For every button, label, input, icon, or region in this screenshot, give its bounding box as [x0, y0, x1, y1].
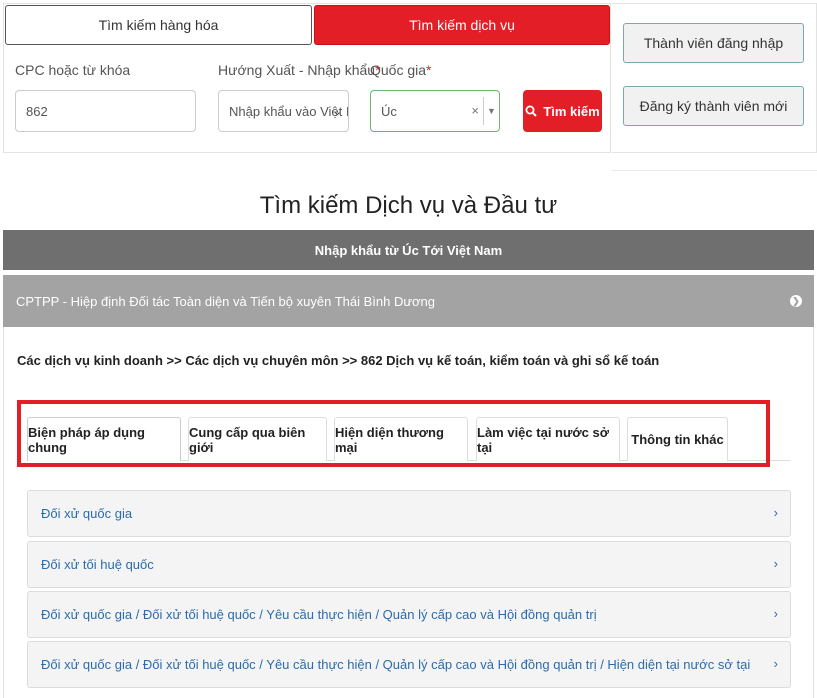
- register-button[interactable]: Đăng ký thành viên mới: [623, 86, 804, 126]
- divider: [612, 170, 817, 171]
- tab-commercial-presence[interactable]: Hiện diện thương mại: [334, 417, 468, 461]
- direction-label: Hướng Xuất - Nhập khẩu*: [218, 62, 381, 78]
- tab-other-info[interactable]: Thông tin khác: [627, 417, 728, 461]
- cpc-label: CPC hoặc từ khóa: [15, 62, 131, 78]
- breadcrumb: Các dịch vụ kinh doanh >> Các dịch vụ ch…: [17, 353, 660, 368]
- cpc-input-value: 862: [26, 103, 48, 119]
- direction-select[interactable]: Nhập khẩu vào Việt I ⌄: [218, 90, 349, 132]
- accordion-item-label: Đối xử tối huệ quốc: [41, 557, 154, 572]
- chevron-right-icon: ›: [773, 606, 778, 621]
- login-button[interactable]: Thành viên đăng nhập: [623, 23, 804, 63]
- chevron-down-icon: ⌄: [332, 106, 342, 118]
- route-bar: Nhập khẩu từ Úc Tới Việt Nam: [3, 230, 814, 270]
- tab-search-goods[interactable]: Tìm kiếm hàng hóa: [5, 5, 312, 45]
- member-panel: Thành viên đăng nhập Đăng ký thành viên …: [612, 3, 817, 153]
- agreement-header[interactable]: CPTPP - Hiệp định Đối tác Toàn diện và T…: [3, 275, 814, 327]
- tab-cross-border-supply[interactable]: Cung cấp qua biên giới: [188, 417, 327, 461]
- direction-select-value: Nhập khẩu vào Việt I: [229, 103, 349, 119]
- page-title: Tìm kiếm Dịch vụ và Đầu tư: [259, 192, 558, 219]
- chevron-right-icon: ›: [773, 505, 778, 520]
- accordion-item-label: Đối xử quốc gia: [41, 506, 133, 521]
- search-panel: Tìm kiếm hàng hóa Tìm kiếm dịch vụ CPC h…: [3, 3, 611, 153]
- chevron-right-icon: ›: [773, 656, 778, 671]
- tab-general-measures[interactable]: Biện pháp áp dụng chung: [27, 417, 181, 461]
- cpc-input[interactable]: 862: [15, 90, 196, 132]
- accordion-item[interactable]: Đối xử quốc gia / Đối xử tối huệ quốc / …: [27, 641, 791, 688]
- country-select[interactable]: Úc × ▼: [370, 90, 500, 132]
- tab-search-services[interactable]: Tìm kiếm dịch vụ: [314, 5, 610, 45]
- chevron-right-icon: ›: [773, 556, 778, 571]
- arrow-circle-right-icon[interactable]: ❯: [790, 295, 802, 307]
- accordion-item[interactable]: Đối xử tối huệ quốc ›: [27, 541, 791, 588]
- clear-icon[interactable]: ×: [471, 103, 479, 118]
- accordion-item[interactable]: Đối xử quốc gia / Đối xử tối huệ quốc / …: [27, 591, 791, 638]
- required-mark: *: [426, 62, 432, 78]
- agreement-title: CPTPP - Hiệp định Đối tác Toàn diện và T…: [16, 293, 436, 309]
- country-label: Quốc gia*: [370, 62, 432, 78]
- search-icon: [525, 105, 538, 117]
- tab-work-in-host-country[interactable]: Làm việc tại nước sở tại: [476, 417, 620, 461]
- accordion-item-label: Đối xử quốc gia / Đối xử tối huệ quốc / …: [41, 607, 597, 622]
- accordion-item[interactable]: Đối xử quốc gia ›: [27, 490, 791, 537]
- search-button-label: Tìm kiếm: [543, 103, 600, 119]
- caret-down-icon[interactable]: ▼: [483, 97, 499, 125]
- country-select-value: Úc: [381, 103, 397, 119]
- search-button[interactable]: Tìm kiếm: [523, 90, 602, 132]
- accordion-item-label: Đối xử quốc gia / Đối xử tối huệ quốc / …: [41, 657, 751, 672]
